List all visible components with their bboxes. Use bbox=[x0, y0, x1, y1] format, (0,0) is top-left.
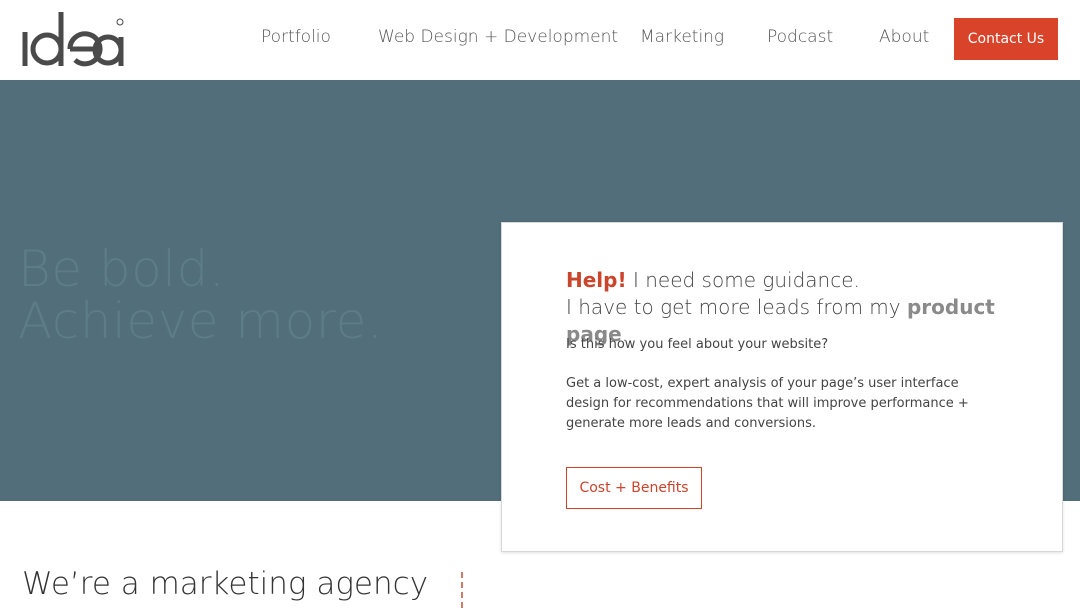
nav-about[interactable]: About bbox=[879, 27, 929, 47]
guidance-card: Help! I need some guidance. I have to ge… bbox=[501, 222, 1063, 552]
card-headline: Help! I need some guidance. I have to ge… bbox=[566, 267, 1026, 348]
hero-line-1: Be bold. bbox=[18, 240, 226, 298]
card-line1-rest: I need some guidance. bbox=[626, 268, 860, 292]
help-label: Help! bbox=[566, 268, 627, 292]
card-description: Get a low-cost, expert analysis of your … bbox=[566, 376, 969, 431]
nav-podcast[interactable]: Podcast bbox=[767, 27, 833, 47]
nav-portfolio[interactable]: Portfolio bbox=[261, 27, 331, 47]
nav-web-design-development[interactable]: Web Design + Development bbox=[378, 27, 618, 47]
main-nav: Portfolio Web Design + Development Marke… bbox=[0, 0, 1080, 80]
agency-heading: We’re a marketing agency bbox=[22, 566, 429, 602]
card-line2-start: I have to get more leads from my bbox=[566, 295, 907, 319]
nav-marketing[interactable]: Marketing bbox=[640, 27, 724, 47]
contact-us-button[interactable]: Contact Us bbox=[954, 18, 1058, 60]
card-question: Is this how you feel about your website? bbox=[566, 337, 829, 352]
site-header: Portfolio Web Design + Development Marke… bbox=[0, 0, 1080, 80]
hero-line-2: Achieve more. bbox=[18, 292, 384, 350]
cost-benefits-button[interactable]: Cost + Benefits bbox=[566, 467, 702, 509]
dashed-divider bbox=[461, 572, 463, 608]
